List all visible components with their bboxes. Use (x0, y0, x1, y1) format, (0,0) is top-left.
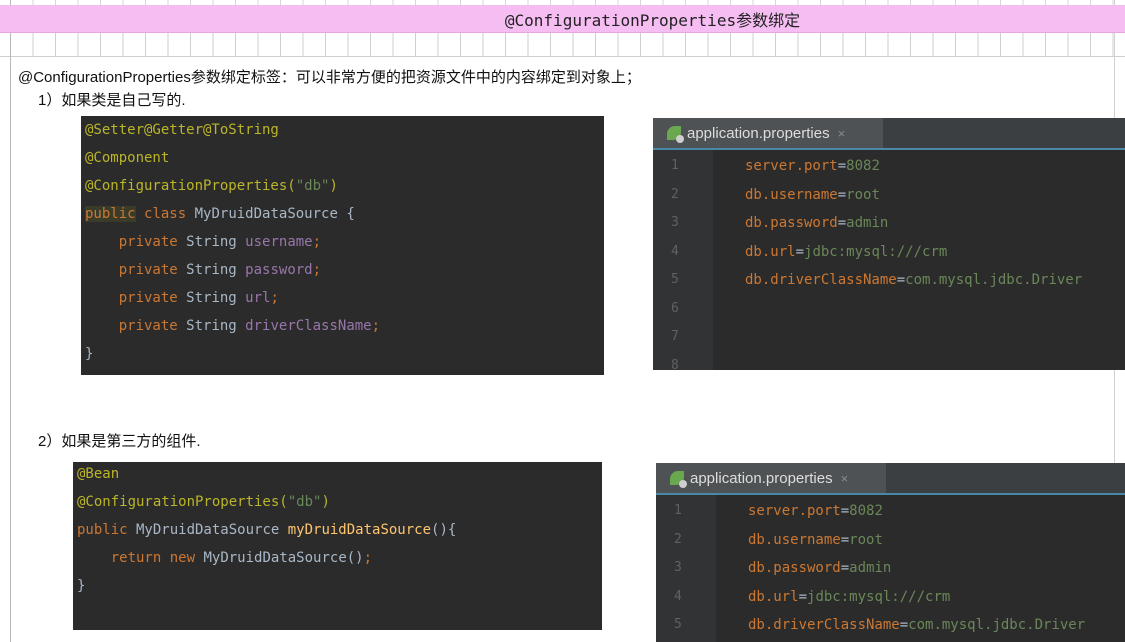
property-line: db.username=root (748, 531, 883, 548)
property-line: db.url=jdbc:mysql:///crm (748, 588, 951, 605)
close-tab-icon[interactable]: × (838, 126, 846, 141)
spring-leaf-icon (670, 471, 687, 488)
line-number: 8 (671, 357, 679, 371)
properties-tab[interactable]: application.properties × (653, 118, 883, 148)
line-number: 3 (671, 215, 679, 230)
property-line: db.username=root (745, 186, 880, 203)
line-number: 5 (674, 617, 682, 632)
property-line: server.port=8082 (748, 503, 883, 519)
property-line: db.driverClassName=com.mysql.jdbc.Driver (748, 617, 1086, 633)
editor-tab-bar: application.properties × (653, 118, 1125, 150)
editor-tab-bar: application.properties × (656, 463, 1125, 495)
code-line: @ConfigurationProperties("db") (77, 494, 330, 510)
line-number: 3 (674, 560, 682, 575)
tab-label: application.properties (690, 469, 833, 487)
title-bar: @ConfigurationProperties参数绑定 (0, 5, 1125, 33)
property-line: db.url=jdbc:mysql:///crm (745, 243, 948, 260)
line-number: 7 (671, 329, 679, 344)
line-number: 2 (674, 531, 682, 547)
code-line: } (77, 578, 86, 594)
code-line: private String driverClassName; (118, 318, 381, 334)
code-line: @Bean (77, 466, 120, 482)
line-number: 1 (671, 158, 679, 173)
section-1-heading: 1）如果类是自己写的. (38, 92, 186, 109)
line-gutter (653, 150, 713, 370)
code-line: private String username; (118, 234, 322, 250)
properties-tab[interactable]: application.properties × (656, 463, 886, 493)
code-line: private String url; (118, 290, 279, 306)
code-block-bean: @Bean @ConfigurationProperties("db") pub… (73, 462, 602, 630)
line-gutter (656, 495, 716, 642)
property-line: db.password=admin (745, 215, 889, 231)
page-title: @ConfigurationProperties参数绑定 (504, 10, 801, 30)
code-line: } (85, 346, 94, 362)
code-line: private String password; (118, 262, 322, 278)
code-line: public class MyDruidDataSource { (85, 206, 355, 222)
code-line: return new MyDruidDataSource(); (110, 550, 373, 566)
code-line: @ConfigurationProperties("db") (85, 178, 338, 194)
properties-panel-1: application.properties × 1 server.port=80… (653, 118, 1125, 370)
line-number: 6 (671, 300, 679, 316)
property-line: server.port=8082 (745, 158, 880, 174)
line-number: 2 (671, 186, 679, 202)
grid-header-row (0, 30, 1125, 57)
line-number: 4 (671, 243, 679, 259)
code-line: @Setter@Getter@ToString (85, 122, 279, 138)
code-line: @Component (85, 150, 170, 166)
line-number: 4 (674, 588, 682, 604)
property-line: db.password=admin (748, 560, 892, 576)
property-line: db.driverClassName=com.mysql.jdbc.Driver (745, 272, 1083, 288)
section-2-heading: 2）如果是第三方的组件. (38, 433, 201, 450)
line-number: 1 (674, 503, 682, 518)
properties-panel-2: application.properties × 1 server.port=80… (656, 463, 1125, 642)
tab-label: application.properties (687, 124, 830, 142)
code-block-class: @Setter@Getter@ToString @Component @Conf… (81, 116, 604, 375)
close-tab-icon[interactable]: × (841, 471, 849, 486)
left-border (10, 0, 11, 642)
spring-leaf-icon (667, 126, 684, 143)
code-line: public MyDruidDataSource myDruidDataSour… (77, 522, 457, 538)
intro-text: @ConfigurationProperties参数绑定标签：可以非常方便的把资… (18, 69, 641, 86)
line-number: 5 (671, 272, 679, 287)
